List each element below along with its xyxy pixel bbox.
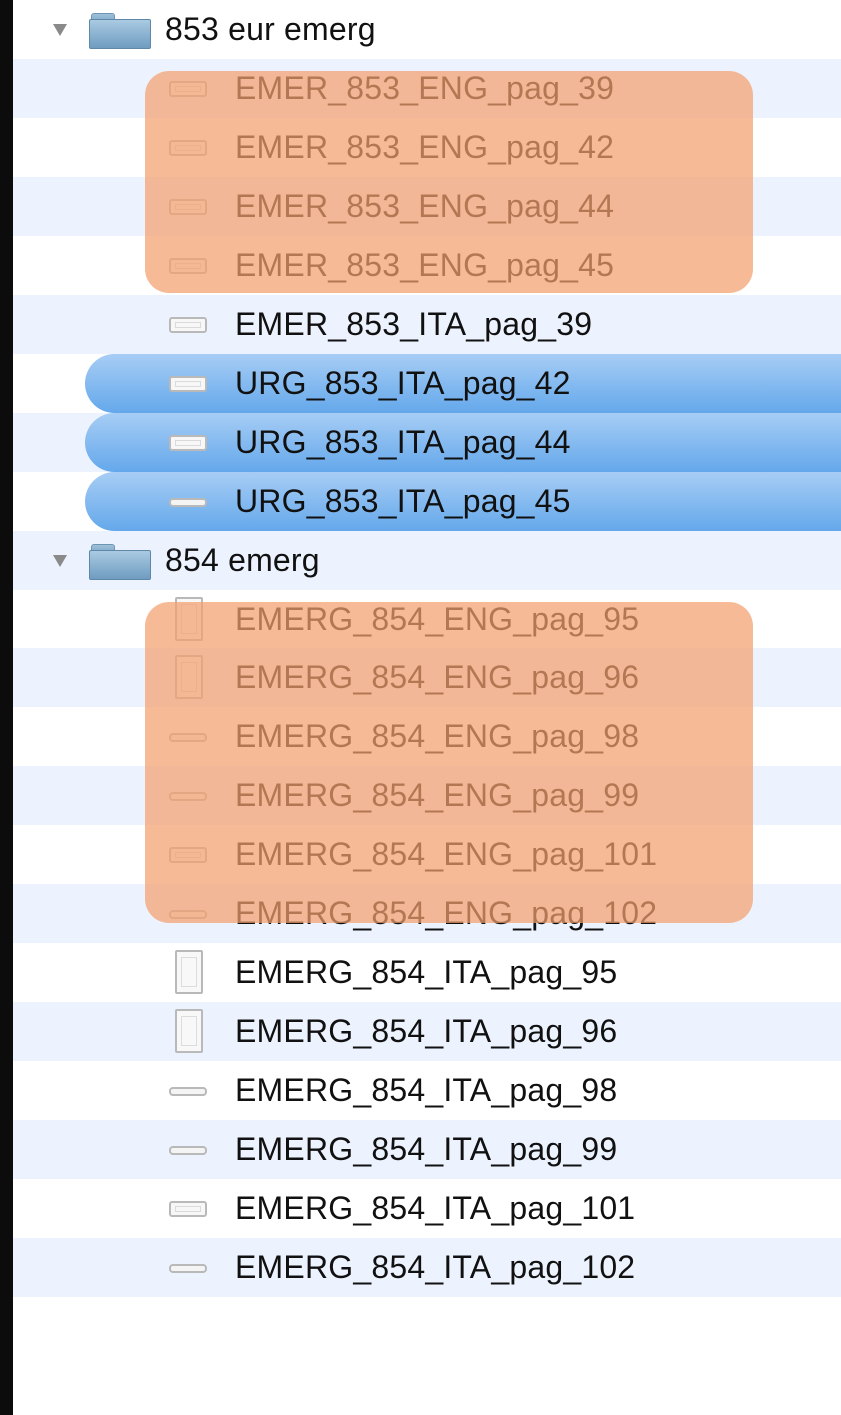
file-name: EMERG_854_ITA_pag_98 bbox=[235, 1072, 618, 1109]
folder-icon bbox=[89, 543, 151, 580]
folder-row[interactable]: 854 emerg bbox=[13, 530, 841, 590]
folder-name: 853 eur emerg bbox=[165, 11, 376, 47]
file-name: URG_853_ITA_pag_45 bbox=[235, 482, 571, 519]
file-name: EMERG_854_ITA_pag_95 bbox=[235, 954, 618, 991]
file-name: URG_853_ITA_pag_42 bbox=[235, 364, 571, 401]
folder-name: 854 emerg bbox=[165, 541, 320, 578]
file-name: EMERG_854_ITA_pag_102 bbox=[235, 1248, 636, 1285]
document-landscape-icon bbox=[169, 375, 207, 392]
file-name: EMERG_854_ITA_pag_101 bbox=[235, 1190, 636, 1226]
file-name: EMERG_854_ITA_pag_99 bbox=[235, 1131, 618, 1168]
document-landscape-icon bbox=[169, 1201, 207, 1217]
file-name: URG_853_ITA_pag_44 bbox=[235, 423, 571, 460]
file-row[interactable]: EMER_853_ITA_pag_39 bbox=[13, 294, 841, 354]
document-landscape-icon bbox=[169, 434, 207, 451]
folder-row[interactable]: 853 eur emerg bbox=[13, 0, 841, 59]
file-name: EMERG_854_ITA_pag_96 bbox=[235, 1013, 618, 1050]
document-thin-icon bbox=[169, 497, 207, 507]
file-row[interactable]: EMERG_854_ITA_pag_98 bbox=[13, 1061, 841, 1120]
annotation-highlight bbox=[145, 601, 753, 924]
disclosure-triangle-icon[interactable] bbox=[53, 554, 67, 567]
file-row[interactable]: URG_853_ITA_pag_44 bbox=[13, 412, 841, 472]
document-thin-icon bbox=[169, 1087, 207, 1097]
document-landscape-icon bbox=[169, 316, 207, 333]
file-row[interactable]: EMERG_854_ITA_pag_101 bbox=[13, 1179, 841, 1238]
file-row[interactable]: EMERG_854_ITA_pag_96 bbox=[13, 1002, 841, 1062]
annotation-highlight bbox=[145, 70, 753, 293]
file-row[interactable]: URG_853_ITA_pag_42 bbox=[13, 353, 841, 413]
file-row[interactable]: EMERG_854_ITA_pag_102 bbox=[13, 1237, 841, 1297]
file-row[interactable]: EMERG_854_ITA_pag_95 bbox=[13, 943, 841, 1002]
file-name: EMER_853_ITA_pag_39 bbox=[235, 305, 593, 342]
document-thin-icon bbox=[169, 1263, 207, 1273]
file-row[interactable]: EMERG_854_ITA_pag_99 bbox=[13, 1120, 841, 1180]
file-row[interactable]: URG_853_ITA_pag_45 bbox=[13, 471, 841, 531]
window-edge bbox=[0, 0, 13, 1415]
document-thin-icon bbox=[169, 1146, 207, 1156]
document-portrait-icon bbox=[175, 950, 203, 995]
folder-icon bbox=[89, 13, 151, 49]
file-tree: 853 eur emergEMER_853_ENG_pag_39EMER_853… bbox=[13, 0, 841, 1415]
document-portrait-icon bbox=[175, 1009, 203, 1054]
disclosure-triangle-icon[interactable] bbox=[53, 24, 67, 36]
